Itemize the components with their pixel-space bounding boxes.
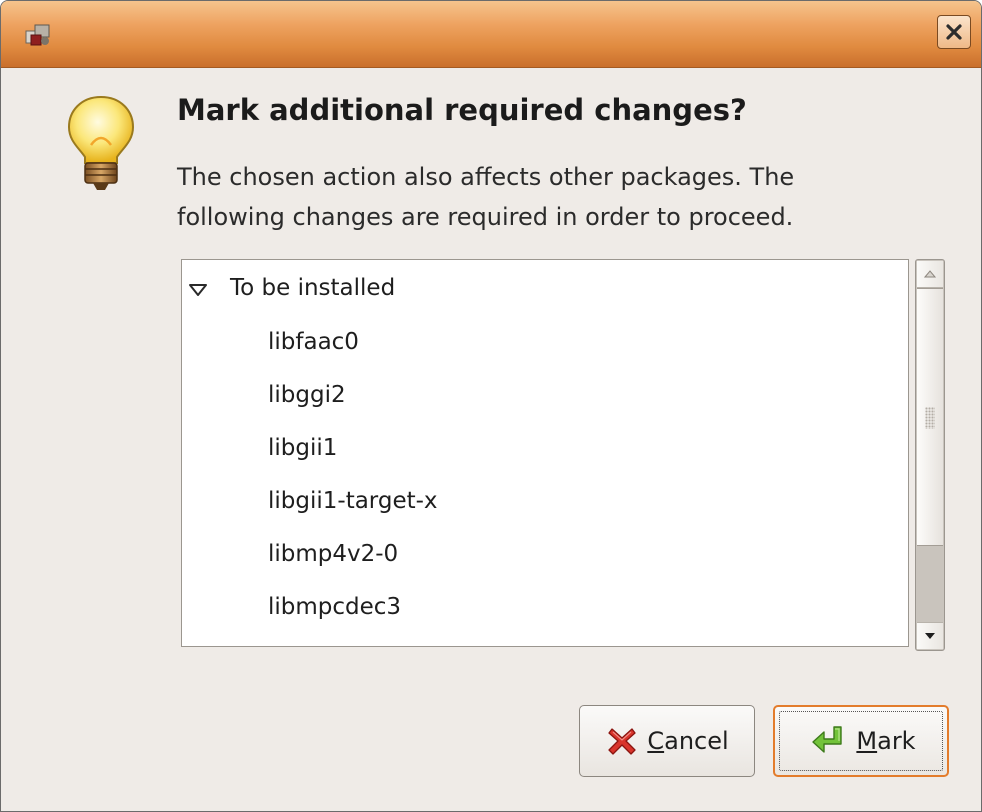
- arrow-up-icon: [924, 270, 936, 278]
- arrow-down-icon: [925, 633, 935, 639]
- tree-item[interactable]: libggi2: [268, 375, 346, 415]
- dialog-window: Mark additional required changes? The ch…: [0, 0, 982, 812]
- cancel-label: Cancel: [647, 727, 729, 755]
- cancel-x-icon: [608, 728, 636, 755]
- tree-item[interactable]: libmpcdec3: [268, 587, 401, 627]
- tree-item[interactable]: libfaac0: [268, 322, 359, 362]
- close-button[interactable]: [937, 15, 971, 49]
- cancel-button[interactable]: Cancel: [579, 705, 755, 777]
- dialog-description: The chosen action also affects other pac…: [177, 163, 795, 231]
- changes-tree[interactable]: To be installed libfaac0 libggi2 libgii1…: [181, 259, 909, 647]
- scrollbar-thumb[interactable]: [917, 288, 943, 546]
- dialog-heading: Mark additional required changes?: [177, 93, 747, 127]
- scroll-down-button[interactable]: [917, 622, 943, 649]
- tree-item[interactable]: libgii1: [268, 428, 337, 468]
- green-return-arrow-icon: [812, 726, 843, 753]
- scroll-grip: [925, 407, 935, 429]
- scroll-up-button[interactable]: [917, 261, 943, 288]
- package-manager-icon: [25, 24, 50, 46]
- tree-item[interactable]: libmp4v2-0: [268, 534, 398, 574]
- lightbulb-icon: [67, 95, 135, 190]
- tree-group-row[interactable]: To be installed: [182, 268, 908, 308]
- tree-item[interactable]: libgii1-target-x: [268, 481, 438, 521]
- tree-group-label: To be installed: [230, 275, 396, 301]
- triangle-down-icon[interactable]: [188, 283, 208, 297]
- mark-label: Mark: [856, 727, 916, 755]
- close-icon: [946, 24, 962, 40]
- titlebar[interactable]: [1, 1, 981, 68]
- mark-button[interactable]: Mark: [773, 705, 949, 777]
- tree-scrollbar[interactable]: [915, 259, 945, 651]
